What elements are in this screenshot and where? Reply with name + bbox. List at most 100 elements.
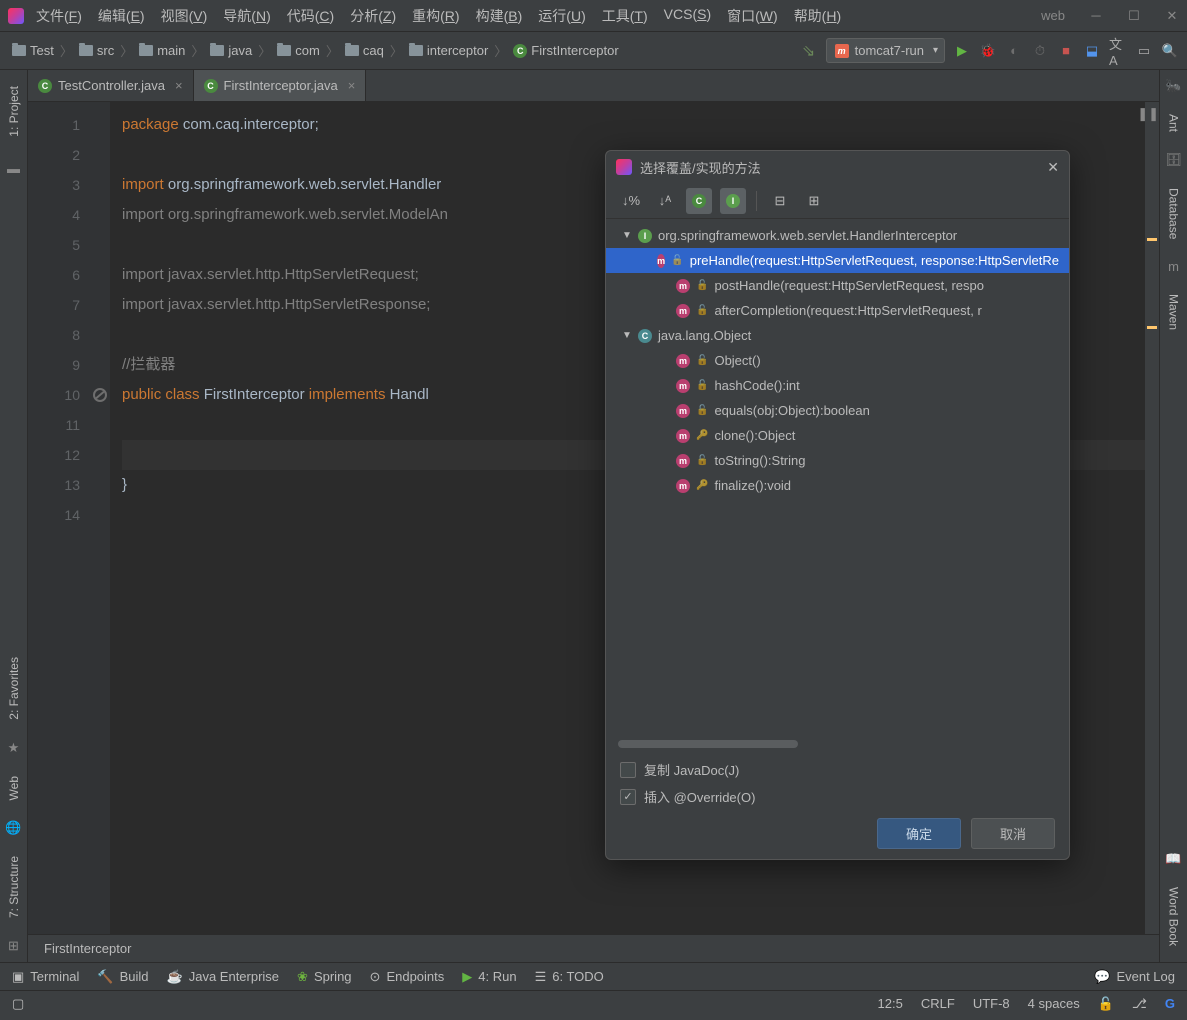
pause-icon[interactable]: ❚❚ [1137,106,1159,122]
tree-row[interactable]: m🔓preHandle(request:HttpServletRequest, … [606,248,1069,273]
book-icon[interactable]: 📖 [1165,851,1181,867]
crumb-current[interactable]: FirstInterceptor [44,941,131,956]
warning-mark[interactable] [1147,326,1157,329]
dialog-close-icon[interactable]: ✕ [1047,159,1059,176]
menu-item[interactable]: 重构(R) [412,6,459,26]
folder-icon[interactable]: ▬ [7,161,20,176]
tree-row[interactable]: ▼Cjava.lang.Object [606,323,1069,348]
debug-icon[interactable]: 🐞 [979,42,997,60]
tree-row[interactable]: m🔑clone():Object [606,423,1069,448]
ok-button[interactable]: 确定 [877,818,961,849]
menu-item[interactable]: 代码(C) [287,6,334,26]
tool-terminal[interactable]: ▣Terminal [12,969,79,985]
database-icon[interactable]: 🗄 [1165,152,1182,168]
tool-javaee[interactable]: ☕Java Enterprise [167,969,280,985]
close-tab-icon[interactable]: × [175,78,183,93]
tool-endpoints[interactable]: ⊙Endpoints [370,969,445,985]
insert-override-checkbox[interactable]: ✓ 插入 @Override(O) [620,787,1055,806]
tree-row[interactable]: m🔓equals(obj:Object):boolean [606,398,1069,423]
breadcrumb-item[interactable]: caq [341,41,388,60]
filter-interface-icon[interactable]: I [720,188,746,214]
menu-item[interactable]: VCS(S) [664,6,711,26]
run-configuration-select[interactable]: m tomcat7-run [826,38,945,63]
tree-row[interactable]: m🔓afterCompletion(request:HttpServletReq… [606,298,1069,323]
readonly-icon[interactable]: 🔓 [1098,996,1114,1012]
maven-icon-small[interactable]: m [1168,259,1179,274]
tool-spring[interactable]: ❀Spring [297,969,351,985]
expand-all-icon[interactable]: ⊟ [767,188,793,214]
tool-todo[interactable]: ☰6: TODO [535,969,604,985]
override-gutter-icon[interactable] [93,388,107,402]
menu-item[interactable]: 窗口(W) [727,6,778,26]
coverage-icon[interactable]: ◐ [1005,42,1023,60]
editor-tab[interactable]: CFirstInterceptor.java× [194,70,367,101]
indent[interactable]: 4 spaces [1028,996,1080,1011]
screen-icon[interactable]: ▭ [1135,42,1153,60]
tree-row[interactable]: m🔓hashCode():int [606,373,1069,398]
sidebar-toggle-icon[interactable]: ▢ [12,996,24,1012]
horizontal-scrollbar[interactable] [618,740,798,748]
tool-build[interactable]: 🔨Build [97,969,148,985]
line-separator[interactable]: CRLF [921,996,955,1011]
cursor-position[interactable]: 12:5 [878,996,903,1011]
tree-row[interactable]: m🔑finalize():void [606,473,1069,498]
expand-arrow-icon[interactable]: ▼ [622,230,632,241]
close-icon[interactable]: ✕ [1165,9,1179,23]
search-icon[interactable]: 🔍 [1161,42,1179,60]
tool-maven[interactable]: Maven [1163,286,1185,338]
menu-item[interactable]: 导航(N) [223,6,270,26]
breadcrumb-item[interactable]: src [75,41,118,60]
encoding[interactable]: UTF-8 [973,996,1010,1011]
tool-web[interactable]: Web [3,768,25,808]
tool-ant[interactable]: Ant [1163,106,1185,140]
collapse-all-icon[interactable]: ⊞ [801,188,827,214]
tool-structure[interactable]: 7: Structure [3,848,25,926]
event-log-button[interactable]: 💬Event Log [1094,969,1175,985]
breadcrumb-item[interactable]: Test [8,41,58,60]
dialog-titlebar[interactable]: 选择覆盖/实现的方法 ✕ [606,151,1069,183]
menu-item[interactable]: 视图(V) [161,6,208,26]
menu-item[interactable]: 工具(T) [602,6,648,26]
copy-javadoc-checkbox[interactable]: 复制 JavaDoc(J) [620,760,1055,779]
tree-row[interactable]: m🔓toString():String [606,448,1069,473]
tree-row[interactable]: ▼Iorg.springframework.web.servlet.Handle… [606,223,1069,248]
menu-item[interactable]: 构建(B) [476,6,523,26]
tool-run[interactable]: ▶4: Run [462,969,516,985]
build-icon[interactable]: ⇘ [800,42,818,60]
run-icon[interactable]: ▶ [953,42,971,60]
close-tab-icon[interactable]: × [348,78,356,93]
minimize-icon[interactable]: ─ [1089,9,1103,23]
methods-tree[interactable]: ▼Iorg.springframework.web.servlet.Handle… [606,219,1069,750]
tool-project[interactable]: 1: Project [3,78,25,145]
stop-icon[interactable]: ■ [1057,42,1075,60]
breadcrumb-item[interactable]: CFirstInterceptor [509,41,622,60]
google-icon[interactable]: G [1165,996,1175,1011]
sort-visibility-icon[interactable]: ↓% [618,188,644,214]
menu-item[interactable]: 分析(Z) [350,6,396,26]
breadcrumb-item[interactable]: interceptor [405,41,492,60]
cancel-button[interactable]: 取消 [971,818,1055,849]
menu-item[interactable]: 编辑(E) [98,6,145,26]
ant-icon[interactable]: 🐜 [1165,78,1181,94]
breadcrumb-item[interactable]: main [135,41,189,60]
menu-item[interactable]: 帮助(H) [794,6,841,26]
tree-row[interactable]: m🔓Object() [606,348,1069,373]
expand-arrow-icon[interactable]: ▼ [622,330,632,341]
warning-mark[interactable] [1147,238,1157,241]
update-icon[interactable]: ⬓ [1083,42,1101,60]
maximize-icon[interactable]: ☐ [1127,9,1141,23]
sort-alpha-icon[interactable]: ↓ᴬ [652,188,678,214]
profile-icon[interactable]: ⏱ [1031,42,1049,60]
menu-item[interactable]: 运行(U) [538,6,585,26]
breadcrumb-item[interactable]: java [206,41,256,60]
breadcrumb-item[interactable]: com [273,41,324,60]
editor-tab[interactable]: CTestController.java× [28,70,194,101]
menu-item[interactable]: 文件(F) [36,6,82,26]
tool-wordbook[interactable]: Word Book [1163,879,1185,954]
tool-favorites[interactable]: 2: Favorites [3,649,25,728]
tool-database[interactable]: Database [1163,180,1185,247]
tree-row[interactable]: m🔓postHandle(request:HttpServletRequest,… [606,273,1069,298]
git-icon[interactable]: ⎇ [1132,996,1147,1012]
translate-icon[interactable]: 文A [1109,42,1127,60]
filter-class-icon[interactable]: C [686,188,712,214]
